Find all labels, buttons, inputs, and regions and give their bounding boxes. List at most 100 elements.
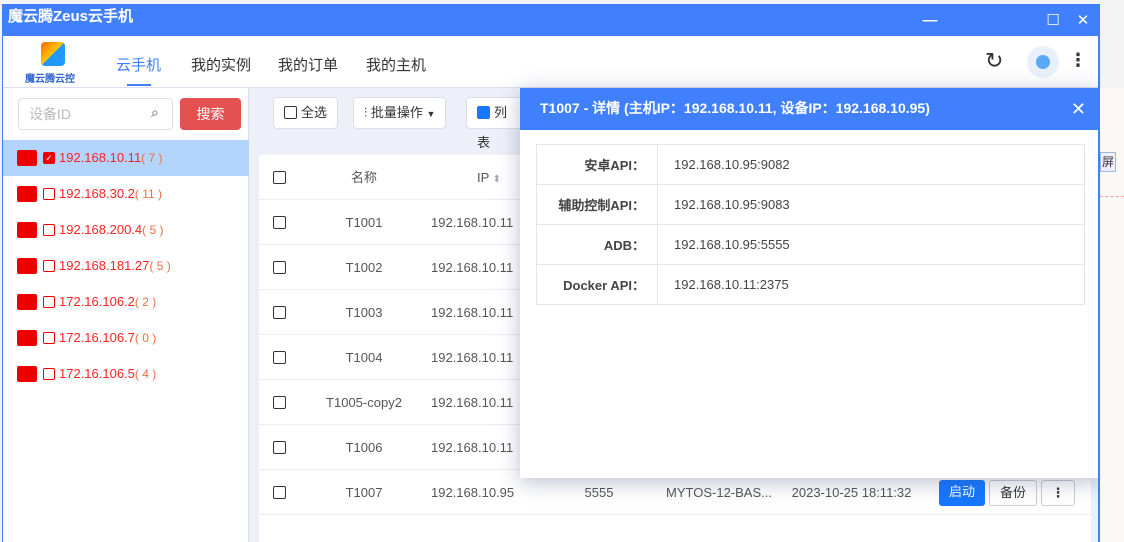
detail-value: 192.168.10.95:9083 (657, 184, 1085, 225)
maximize-button[interactable]: ☐ (1043, 8, 1063, 34)
host-checkbox[interactable] (43, 368, 55, 380)
dialog-close-icon[interactable]: ✕ (1071, 88, 1086, 130)
detail-value: 192.168.10.11:2375 (657, 264, 1085, 305)
host-device-count: ( 2 ) (134, 295, 157, 309)
host-icon (17, 294, 37, 310)
close-button[interactable]: ✕ (1073, 8, 1093, 34)
dialog-title: T1007 - 详情 (主机IP：192.168.10.11, 设备IP：192… (540, 100, 930, 116)
nav-my-orders[interactable]: 我的订单 (278, 54, 338, 75)
host-checkbox[interactable] (43, 296, 55, 308)
more-menu-icon[interactable]: ⋮ (1069, 50, 1087, 71)
row-checkbox[interactable] (273, 486, 286, 499)
host-item[interactable]: ✓ 192.168.10.11( 7 ) (3, 140, 249, 176)
divider (1100, 196, 1124, 197)
host-icon (17, 150, 37, 166)
refresh-icon[interactable]: ↻ (985, 48, 1003, 74)
avatar[interactable] (1027, 46, 1059, 78)
checkbox[interactable] (284, 106, 297, 119)
row-checkbox[interactable] (273, 441, 286, 454)
device-ip: 192.168.10.11 (431, 305, 514, 320)
host-item[interactable]: 192.168.200.4( 5 ) (3, 212, 249, 248)
device-name: T1007 (345, 485, 383, 500)
host-icon (17, 366, 37, 382)
host-checkbox[interactable] (43, 224, 55, 236)
batch-operation-button[interactable]: ⫶ 批量操作 ▼ (353, 97, 447, 129)
backup-button[interactable]: 备份 (989, 480, 1037, 506)
sort-icon[interactable]: ⬍ (493, 174, 501, 185)
search-icon: ⌕ (151, 104, 159, 120)
host-device-count: ( 0 ) (134, 331, 157, 345)
row-checkbox[interactable] (273, 306, 286, 319)
host-device-count: ( 11 ) (134, 187, 163, 201)
device-name: T1001 (345, 215, 383, 230)
active-tab-indicator (127, 84, 151, 86)
device-ip: 192.168.10.11 (431, 215, 514, 230)
detail-row: 辅助控制API： 192.168.10.95:9083 (536, 184, 1085, 225)
device-name: T1005-copy2 (326, 395, 402, 410)
device-ip: 192.168.10.11 (431, 350, 514, 365)
device-ip: 192.168.10.95 (431, 485, 515, 500)
caret-down-icon: ▼ (426, 109, 436, 119)
dialog-header: T1007 - 详情 (主机IP：192.168.10.11, 设备IP：192… (520, 88, 1098, 130)
sliders-icon: ⫶ (364, 105, 371, 120)
device-ip: 192.168.10.11 (431, 260, 514, 275)
host-ip: 172.16.106.7 (59, 330, 135, 345)
host-ip: 172.16.106.2 (59, 294, 135, 309)
detail-label: ADB： (536, 224, 658, 265)
detail-row: Docker API： 192.168.10.11:2375 (536, 264, 1085, 305)
detail-label: 安卓API： (536, 144, 658, 185)
detail-dialog: T1007 - 详情 (主机IP：192.168.10.11, 设备IP：192… (520, 88, 1098, 478)
host-icon (17, 186, 37, 202)
detail-label: 辅助控制API： (536, 184, 658, 225)
host-item[interactable]: 172.16.106.5( 4 ) (3, 356, 249, 392)
logo-text: 魔云腾云控 (25, 74, 75, 85)
host-item[interactable]: 192.168.181.27( 5 ) (3, 248, 249, 284)
header-checkbox[interactable] (273, 171, 286, 184)
row-checkbox[interactable] (273, 261, 286, 274)
row-checkbox[interactable] (273, 216, 286, 229)
detail-label: Docker API： (536, 264, 658, 305)
nav-my-instances[interactable]: 我的实例 (191, 54, 251, 75)
select-all-button[interactable]: 全选 (273, 97, 339, 129)
background-app: 屏 (1100, 88, 1124, 542)
checkbox[interactable] (477, 106, 490, 119)
host-item[interactable]: 172.16.106.2( 2 ) (3, 284, 249, 320)
list-view-toggle[interactable]: 列表 (466, 97, 526, 150)
host-checkbox[interactable] (43, 260, 55, 272)
host-ip: 192.168.200.4 (59, 222, 143, 237)
host-device-count: ( 5 ) (142, 223, 164, 237)
host-sidebar: 设备ID ⌕ 搜索 ✓ 192.168.10.11( 7 ) 192.168.30.… (3, 88, 249, 542)
host-checkbox[interactable] (43, 332, 55, 344)
device-name: T1002 (345, 260, 383, 275)
search-button[interactable]: 搜索 (180, 98, 241, 130)
nav-my-hosts[interactable]: 我的主机 (366, 54, 426, 75)
device-name: T1006 (345, 440, 383, 455)
app-window: 魔云腾Zeus云手机 — ☐ ✕ 魔云腾云控 云手机 我的实例 我的订单 我的主… (2, 4, 1100, 542)
detail-row: ADB： 192.168.10.95:5555 (536, 224, 1085, 265)
column-ip-label: IP (476, 170, 490, 185)
column-name: 名称 (350, 170, 377, 185)
host-item[interactable]: 192.168.30.2( 11 ) (3, 176, 249, 212)
row-checkbox[interactable] (273, 396, 286, 409)
host-icon (17, 330, 37, 346)
host-ip: 192.168.10.11 (59, 150, 142, 165)
host-ip: 192.168.181.27 (59, 258, 150, 273)
row-checkbox[interactable] (273, 351, 286, 364)
detail-row: 安卓API： 192.168.10.95:9082 (536, 144, 1085, 185)
device-name: T1003 (345, 305, 383, 320)
host-device-count: ( 4 ) (134, 367, 157, 381)
detail-table: 安卓API： 192.168.10.95:9082 辅助控制API： 192.168.… (536, 144, 1085, 305)
device-id-search-input[interactable]: 设备ID (18, 98, 173, 130)
host-checkbox[interactable] (43, 188, 55, 200)
host-checkbox[interactable]: ✓ (43, 152, 55, 164)
start-button[interactable]: 启动 (939, 480, 985, 506)
host-item[interactable]: 172.16.106.7( 0 ) (3, 320, 249, 356)
device-ip: 192.168.10.11 (431, 395, 514, 410)
minimize-button[interactable]: — (920, 8, 940, 34)
nav-cloud-phone[interactable]: 云手机 (116, 54, 161, 75)
row-more-button[interactable]: ⋮ (1041, 480, 1075, 506)
host-device-count: ( 7 ) (141, 151, 163, 165)
host-icon (17, 258, 37, 274)
host-device-count: ( 5 ) (149, 259, 171, 273)
title-bar: 魔云腾Zeus云手机 — ☐ ✕ (3, 4, 1098, 36)
